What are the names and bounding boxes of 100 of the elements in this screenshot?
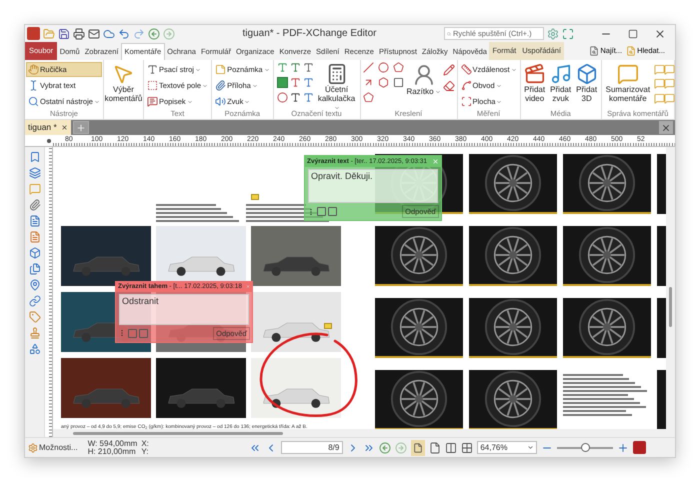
comment-icon[interactable] <box>654 92 666 104</box>
hand-icon <box>28 64 39 75</box>
single-page-button[interactable] <box>411 440 426 456</box>
shapes-icon[interactable] <box>28 343 40 355</box>
undo-icon[interactable] <box>118 28 130 40</box>
new-tab-button[interactable] <box>72 121 89 134</box>
pentagon-icon[interactable] <box>362 92 374 103</box>
perimeter-icon <box>460 80 472 91</box>
page-icon[interactable] <box>28 215 40 227</box>
ribbon-button[interactable]: Výběr komentářů <box>106 62 141 104</box>
music-plus-icon <box>550 63 572 85</box>
cloud-icon[interactable] <box>103 28 115 40</box>
bookmark-icon[interactable] <box>28 151 40 163</box>
app-logo-icon <box>27 27 40 40</box>
x-readout: X: <box>141 440 150 448</box>
comment-icon[interactable] <box>664 92 675 104</box>
link-icon[interactable] <box>28 295 40 307</box>
highlight-icon[interactable] <box>276 77 288 88</box>
gear-icon <box>28 442 38 452</box>
callout-icon <box>146 96 158 107</box>
comment-icon[interactable] <box>664 64 675 75</box>
layers-icon[interactable] <box>28 167 40 179</box>
options-button[interactable]: Možnosti... <box>28 442 78 454</box>
back-icon[interactable] <box>148 28 160 40</box>
location-icon[interactable] <box>28 279 40 291</box>
ribbon-button[interactable]: Razítko <box>406 62 441 104</box>
paperclip-icon[interactable] <box>28 199 40 211</box>
magnifier-icon <box>28 96 39 107</box>
text-cursor-icon <box>28 80 39 91</box>
cube-icon[interactable] <box>28 247 40 259</box>
video-plus-icon <box>524 63 546 85</box>
line-icon[interactable] <box>362 62 374 73</box>
zoom-in-icon[interactable] <box>617 442 630 454</box>
typewriter-icon <box>146 64 158 75</box>
back-icon[interactable] <box>379 442 392 454</box>
text-markup-icon[interactable] <box>290 92 301 103</box>
horizontal-scrollbar[interactable] <box>73 432 283 434</box>
ribbon-button[interactable]: Přidat zvuk <box>548 62 573 104</box>
height-readout: H: 210,00mm <box>88 448 136 456</box>
two-pages-icon[interactable] <box>445 442 458 454</box>
color-button[interactable] <box>128 328 137 338</box>
close-icon[interactable] <box>654 28 666 40</box>
speaker-icon <box>215 96 226 107</box>
fullscreen-icon[interactable] <box>562 28 574 40</box>
page-icon[interactable] <box>429 442 442 454</box>
zoom-field[interactable]: 64,76% <box>477 441 538 454</box>
close-document-button[interactable] <box>659 121 673 134</box>
comment-text-field[interactable]: Opravit. Děkuji. <box>308 169 438 203</box>
ribbon-button[interactable]: Přidat 3D <box>574 62 599 104</box>
vertical-scrollbar[interactable] <box>669 287 672 327</box>
ribbon-button[interactable]: Sumarizovat komentáře <box>604 62 652 104</box>
polygon-icon[interactable] <box>378 77 389 88</box>
comment-selection-icon <box>112 63 134 85</box>
lock-button[interactable] <box>328 207 337 216</box>
comment-icon[interactable] <box>654 78 666 90</box>
caret-icon <box>527 444 534 451</box>
paperclip-icon <box>215 80 226 91</box>
comment-text-field[interactable]: Odstranit <box>119 294 249 325</box>
rectangle-icon[interactable] <box>392 77 404 88</box>
page-icon[interactable] <box>28 231 40 243</box>
document-tab[interactable]: tiguan * <box>25 120 71 135</box>
close-icon <box>661 122 671 132</box>
area-icon <box>460 96 472 107</box>
plus-icon <box>76 122 86 132</box>
comment-icon[interactable] <box>654 64 666 75</box>
window-title: tiguan* - PDF-XChange Editor <box>242 27 376 41</box>
text-markup-icon[interactable] <box>302 62 314 73</box>
maximize-icon[interactable] <box>628 28 638 38</box>
pencil-icon[interactable] <box>442 64 455 76</box>
text-box-icon <box>146 80 158 91</box>
color-button[interactable] <box>317 207 326 216</box>
pentagon-icon[interactable] <box>392 62 404 73</box>
note-icon <box>215 64 226 75</box>
tag-icon[interactable] <box>28 311 40 323</box>
page-number-field[interactable]: 8/9 <box>281 441 344 454</box>
mail-icon[interactable] <box>88 28 100 40</box>
note-marker-icon[interactable] <box>251 194 259 200</box>
pdf-icon[interactable] <box>633 441 646 454</box>
distance-icon <box>460 64 472 75</box>
ribbon-button[interactable]: Přidat video <box>522 62 547 104</box>
page-grid-icon[interactable] <box>461 442 474 454</box>
eraser-icon[interactable] <box>442 80 455 92</box>
ruler-origin-icon <box>47 138 51 142</box>
settings-icon[interactable] <box>547 28 559 40</box>
note-marker-icon[interactable] <box>324 323 332 329</box>
pages-icon[interactable] <box>28 263 40 275</box>
comment-summary-icon <box>616 63 639 85</box>
width-readout: W: 594,00mm <box>88 440 138 448</box>
circle-icon[interactable] <box>276 92 288 103</box>
slider-thumb[interactable] <box>581 442 590 452</box>
comment-icon[interactable] <box>664 78 675 90</box>
cube-plus-icon <box>576 63 598 85</box>
search-icon <box>447 30 451 38</box>
print-icon[interactable] <box>73 28 85 40</box>
file-search-icon <box>626 46 636 56</box>
y-readout: Y: <box>141 448 150 456</box>
close-icon[interactable] <box>60 124 68 131</box>
circle-icon[interactable] <box>378 62 389 73</box>
save-icon[interactable] <box>58 28 70 40</box>
file-search-icon <box>589 46 600 56</box>
